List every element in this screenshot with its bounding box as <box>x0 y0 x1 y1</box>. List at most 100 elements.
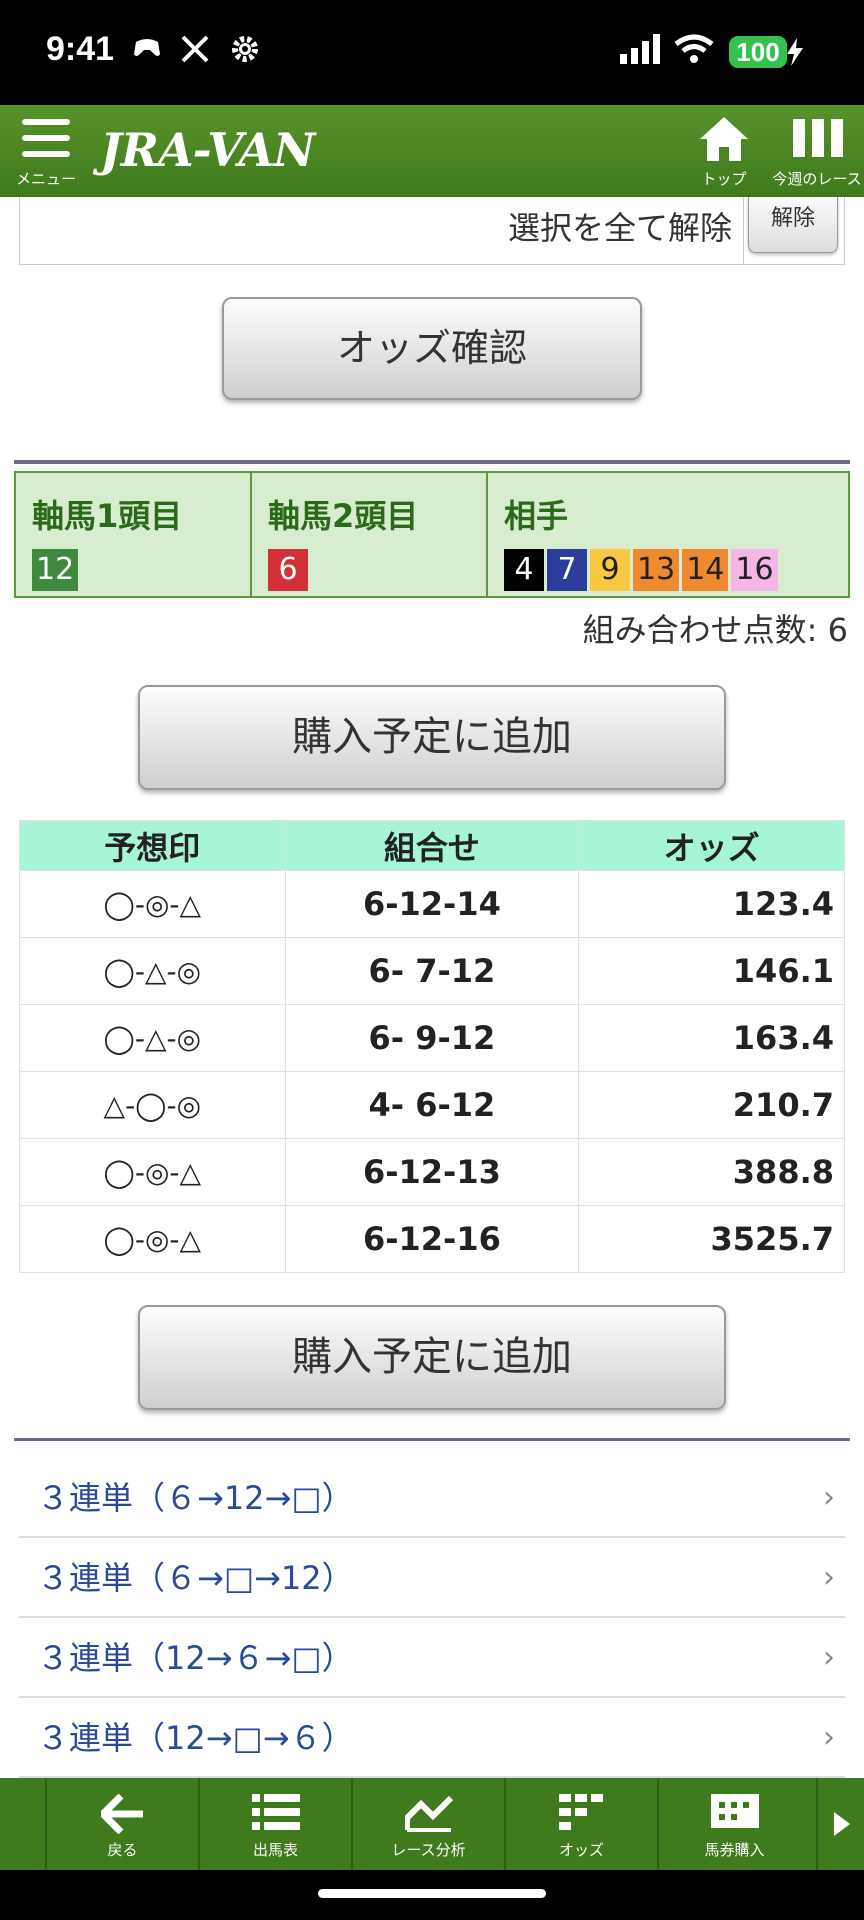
trifecta-link-label: ３連単（12→□→６） <box>37 1719 354 1757</box>
status-time: 9:41 <box>46 30 115 68</box>
nav-buy-tickets[interactable]: 馬券購入 <box>657 1778 810 1870</box>
gear-icon <box>232 36 258 62</box>
header-odds: オッズ <box>578 820 845 871</box>
odds-cell: 163.4 <box>578 1004 845 1072</box>
horse-number-chip: 14 <box>682 549 729 591</box>
axis-horse-1-chips: 12 <box>32 549 250 591</box>
divider <box>743 197 744 264</box>
horse-number-chip: 4 <box>504 549 544 591</box>
opponent-chips: 4 7 9 13 14 16 <box>504 549 848 591</box>
nav-race-card-label: 出馬表 <box>252 1841 298 1859</box>
chevron-right-icon: › <box>823 1720 835 1755</box>
trifecta-link[interactable]: ３連単（12→□→６） › <box>19 1698 845 1778</box>
odds-results-table: 予想印 組合せ オッズ ◯-◎-△ 6-12-14 123.4 ◯-△-◎ 6- 7-1… <box>19 820 845 1273</box>
selected-horses-table: 軸馬1頭目 12 軸馬2頭目 6 相手 4 7 9 13 14 16 <box>14 471 850 598</box>
jra-van-logo[interactable]: JRA-VAN <box>100 123 315 177</box>
this-week-races-button[interactable]: 今週のレース <box>770 113 864 193</box>
home-indicator[interactable] <box>318 1889 546 1898</box>
nav-race-analysis[interactable]: レース分析 <box>351 1778 504 1870</box>
trifecta-link-label: ３連単（６→12→□） <box>37 1479 354 1517</box>
combination-count: 組み合わせ点数: 6 <box>582 611 848 649</box>
table-row: ◯-△-◎ 6- 7-12 146.1 <box>19 937 845 1005</box>
app-screen: 9:41 100 メニュー JRA-VAN トップ 今週のレース 選択を全て解除… <box>0 0 864 1920</box>
nav-odds-label: オッズ <box>558 1841 604 1859</box>
combination-cell: 6- 9-12 <box>284 1004 580 1072</box>
odds-cell: 388.8 <box>578 1138 845 1206</box>
chevron-right-icon: › <box>823 1560 835 1595</box>
menu-button[interactable]: メニュー <box>14 119 78 193</box>
top-button[interactable]: トップ <box>690 113 758 193</box>
nav-race-card[interactable]: 出馬表 <box>198 1778 351 1870</box>
top-label: トップ <box>701 170 747 188</box>
release-button[interactable]: 解除 <box>748 197 838 253</box>
nav-buy-tickets-label: 馬券購入 <box>704 1841 765 1859</box>
combination-cell: 6-12-16 <box>284 1205 580 1273</box>
opponent-title: 相手 <box>504 497 569 535</box>
add-to-purchase-plan-button-bottom[interactable]: 購入予定に追加 <box>138 1305 726 1410</box>
this-week-label: 今週のレース <box>772 170 862 188</box>
nav-more-button[interactable] <box>816 1778 864 1870</box>
horse-number-chip: 6 <box>268 549 308 591</box>
columns-icon <box>793 119 843 157</box>
section-divider <box>14 1438 850 1441</box>
battery-indicator: 100 <box>729 36 787 68</box>
header-prediction-mark: 予想印 <box>19 820 286 871</box>
wifi-icon <box>674 34 714 63</box>
axis-horse-2-chips: 6 <box>268 549 486 591</box>
play-arrow-icon <box>834 1812 850 1836</box>
add-to-purchase-plan-button[interactable]: 購入予定に追加 <box>138 685 726 790</box>
prediction-mark-cell: ◯-◎-△ <box>19 1138 286 1206</box>
trifecta-links-list: ３連単（６→12→□） › ３連単（６→□→12） › ３連単（12→６→□） › ３連単（… <box>19 1458 845 1778</box>
list-icon <box>251 1794 300 1830</box>
ticket-icon <box>710 1794 759 1828</box>
chevron-right-icon: › <box>823 1480 835 1515</box>
nav-back[interactable]: 戻る <box>45 1778 198 1870</box>
horse-number-chip: 9 <box>590 549 630 591</box>
header-combination: 組合せ <box>284 820 580 871</box>
menu-label: メニュー <box>15 170 76 188</box>
status-bar: 9:41 100 <box>0 0 864 105</box>
trifecta-link[interactable]: ３連単（12→６→□） › <box>19 1618 845 1698</box>
hamburger-icon <box>22 119 70 159</box>
combination-cell: 6- 7-12 <box>284 937 580 1005</box>
horse-number-chip: 12 <box>32 549 79 591</box>
section-divider <box>14 460 850 464</box>
nav-odds[interactable]: オッズ <box>504 1778 657 1870</box>
combination-cell: 6-12-14 <box>284 870 580 938</box>
odds-cell: 210.7 <box>578 1071 845 1139</box>
signal-icon <box>620 34 660 64</box>
table-row: ◯-◎-△ 6-12-13 388.8 <box>19 1138 845 1206</box>
nav-back-label: 戻る <box>107 1841 138 1859</box>
prediction-mark-cell: ◯-△-◎ <box>19 1004 286 1072</box>
prediction-mark-cell: ◯-△-◎ <box>19 937 286 1005</box>
odds-cell: 146.1 <box>578 937 845 1005</box>
prediction-mark-cell: △-◯-◎ <box>19 1071 286 1139</box>
combination-cell: 6-12-13 <box>284 1138 580 1206</box>
back-arrow-icon <box>100 1794 143 1834</box>
x-logo-icon <box>181 35 209 63</box>
bottom-navigation: 戻る 出馬表 レース分析 オッズ 馬券購入 <box>0 1778 864 1870</box>
trifecta-link-label: ３連単（12→６→□） <box>37 1639 354 1677</box>
charging-bolt-icon <box>787 38 803 66</box>
table-row: ◯-◎-△ 6-12-14 123.4 <box>19 870 845 938</box>
horse-number-chip: 16 <box>731 549 778 591</box>
combination-cell: 4- 6-12 <box>284 1071 580 1139</box>
opponent-cell: 相手 4 7 9 13 14 16 <box>488 473 848 596</box>
prediction-mark-cell: ◯-◎-△ <box>19 1205 286 1273</box>
nav-race-analysis-label: レース分析 <box>391 1841 466 1859</box>
table-row: △-◯-◎ 4- 6-12 210.7 <box>19 1071 845 1139</box>
horse-number-chip: 13 <box>633 549 680 591</box>
chevron-right-icon: › <box>823 1640 835 1675</box>
app-header: メニュー JRA-VAN トップ 今週のレース <box>0 105 864 197</box>
table-row: ◯-◎-△ 6-12-16 3525.7 <box>19 1205 845 1273</box>
axis-horse-1-cell: 軸馬1頭目 12 <box>16 473 252 596</box>
table-header-row: 予想印 組合せ オッズ <box>19 820 845 871</box>
check-odds-button[interactable]: オッズ確認 <box>222 297 642 400</box>
clear-selection-row: 選択を全て解除 解除 <box>19 197 845 265</box>
horse-number-chip: 7 <box>547 549 587 591</box>
trifecta-link[interactable]: ３連単（６→12→□） › <box>19 1458 845 1538</box>
game-controller-icon <box>134 39 160 56</box>
trifecta-link[interactable]: ３連単（６→□→12） › <box>19 1538 845 1618</box>
prediction-mark-cell: ◯-◎-△ <box>19 870 286 938</box>
axis-horse-2-title: 軸馬2頭目 <box>268 497 419 535</box>
